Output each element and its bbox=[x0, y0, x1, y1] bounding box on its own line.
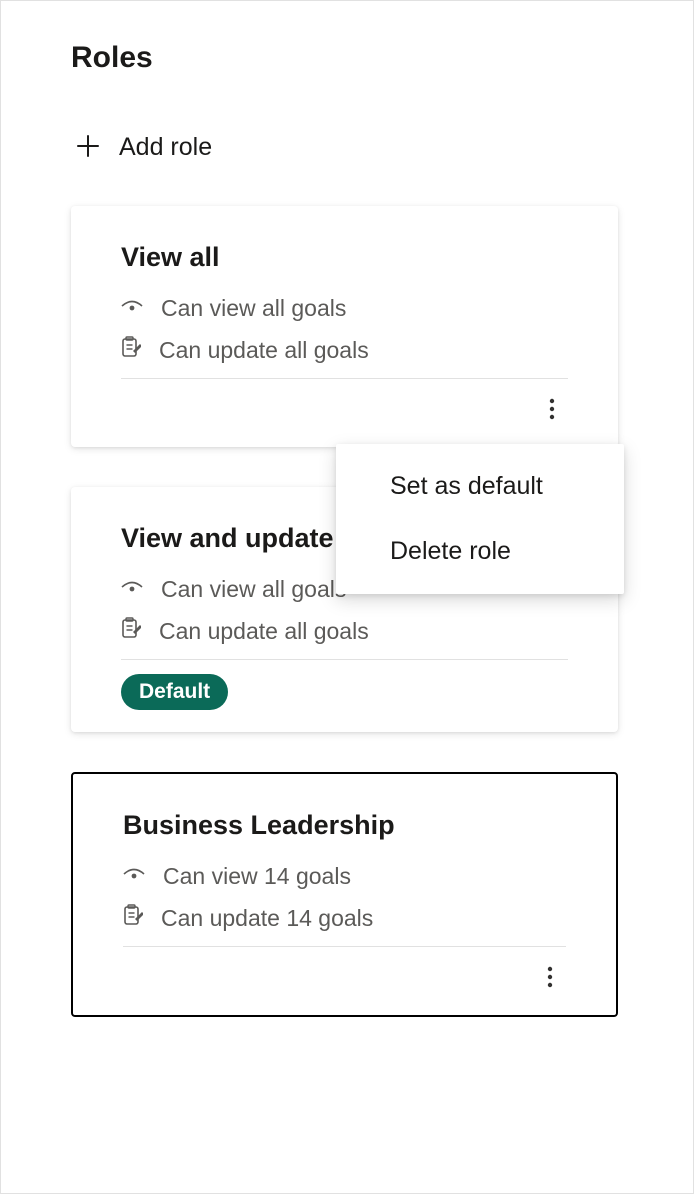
clipboard-edit-icon bbox=[121, 336, 141, 364]
permission-text: Can update all goals bbox=[159, 618, 369, 645]
vertical-dots-icon bbox=[547, 966, 553, 988]
add-role-button[interactable]: Add role bbox=[77, 133, 618, 162]
role-card[interactable]: View all Can view all goals Can update a… bbox=[71, 206, 618, 447]
page-title: Roles bbox=[71, 41, 618, 75]
menu-item-delete-role[interactable]: Delete role bbox=[336, 519, 624, 584]
default-badge: Default bbox=[121, 674, 228, 710]
more-options-button[interactable] bbox=[536, 393, 568, 425]
clipboard-edit-icon bbox=[123, 904, 143, 932]
add-role-label: Add role bbox=[119, 133, 212, 162]
eye-icon bbox=[123, 863, 145, 890]
roles-panel: Roles Add role View all Can view all goa… bbox=[0, 0, 694, 1194]
eye-icon bbox=[121, 576, 143, 603]
role-card[interactable]: Business Leadership Can view 14 goals Ca… bbox=[71, 772, 618, 1017]
permission-row: Can update all goals bbox=[121, 336, 568, 364]
card-footer bbox=[121, 379, 568, 425]
clipboard-edit-icon bbox=[121, 617, 141, 645]
eye-icon bbox=[121, 295, 143, 322]
permission-text: Can update 14 goals bbox=[161, 905, 373, 932]
more-options-button[interactable] bbox=[534, 961, 566, 993]
permission-text: Can update all goals bbox=[159, 337, 369, 364]
vertical-dots-icon bbox=[549, 398, 555, 420]
role-title: View all bbox=[121, 242, 568, 273]
permission-text: Can view all goals bbox=[161, 295, 346, 322]
permission-text: Can view 14 goals bbox=[163, 863, 351, 890]
permission-row: Can update 14 goals bbox=[123, 904, 566, 932]
plus-icon bbox=[77, 134, 99, 162]
context-menu: Set as default Delete role bbox=[336, 444, 624, 594]
permission-row: Can view 14 goals bbox=[123, 863, 566, 890]
permission-row: Can view all goals bbox=[121, 295, 568, 322]
permission-row: Can update all goals bbox=[121, 617, 568, 645]
permission-text: Can view all goals bbox=[161, 576, 346, 603]
card-footer bbox=[123, 947, 566, 993]
role-title: Business Leadership bbox=[123, 810, 566, 841]
menu-item-set-default[interactable]: Set as default bbox=[336, 454, 624, 519]
card-footer: Default bbox=[121, 660, 568, 710]
